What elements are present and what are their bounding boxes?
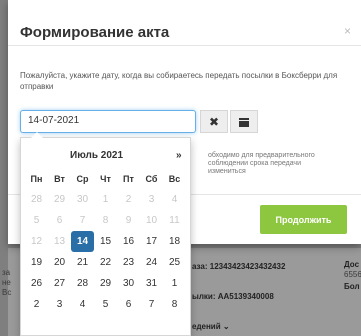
weekday-header: Вт <box>54 173 65 184</box>
calendar-day[interactable]: 15 <box>94 231 117 252</box>
calendar-day: 28 <box>30 194 43 205</box>
clear-date-button[interactable]: ✖ <box>200 110 228 133</box>
calendar-day[interactable]: 25 <box>163 252 186 273</box>
chevron-down-icon: ⌄ <box>222 322 230 331</box>
calendar-day: 9 <box>125 215 132 226</box>
datepicker-arrow <box>31 132 43 138</box>
bg-code-label: аза: 12343423423432432 <box>192 262 286 271</box>
modal-header: Формирование акта × <box>8 0 361 46</box>
bg-left-fragment-2: не <box>2 278 11 287</box>
calendar-day[interactable]: 17 <box>140 231 163 252</box>
datepicker-header: Июль 2021 » <box>21 150 192 164</box>
bg-dos-value: 6556 <box>344 270 361 279</box>
calendar-day[interactable]: 31 <box>140 273 163 294</box>
bg-more-link[interactable]: едений ⌄ <box>192 322 230 331</box>
bg-more-link-label: едений <box>192 322 221 331</box>
weekday-header: Пт <box>123 173 134 184</box>
datepicker-grid: Пн Вт Ср Чт Пт Сб Вс 28 29 30 1 2 3 4 5 6 7 8 9 10 11 12 13 14 1… <box>25 168 188 315</box>
calendar-day[interactable]: 30 <box>117 273 140 294</box>
calendar-day: 29 <box>53 194 66 205</box>
calendar-day[interactable]: 6 <box>117 294 140 315</box>
calendar-day: 4 <box>171 194 178 205</box>
bg-bol-label: Бол <box>344 282 360 291</box>
bg-left-fragment-1: за <box>2 268 11 277</box>
clear-icon: ✖ <box>208 114 220 129</box>
calendar-day: 1 <box>102 194 109 205</box>
calendar-day[interactable]: 5 <box>94 294 117 315</box>
weekday-header: Сб <box>145 173 158 184</box>
calendar-day[interactable]: 29 <box>94 273 117 294</box>
calendar-day: 6 <box>56 215 63 226</box>
modal-note: обходимо для предварительного соблюдении… <box>208 152 315 175</box>
weekday-header: Ср <box>76 173 89 184</box>
calendar-day[interactable]: 26 <box>25 273 48 294</box>
modal-description: Пожалуйста, укажите дату, когда вы собир… <box>20 71 338 91</box>
calendar-button[interactable] <box>230 110 258 133</box>
calendar-day: 8 <box>102 215 109 226</box>
continue-button[interactable]: Продолжить <box>260 205 347 234</box>
calendar-day[interactable]: 18 <box>163 231 186 252</box>
weekday-header: Пн <box>30 173 43 184</box>
calendar-day: 5 <box>33 215 40 226</box>
bg-dos-label: Дос <box>344 260 360 269</box>
calendar-icon <box>239 117 249 127</box>
close-icon[interactable]: × <box>344 24 351 38</box>
weekday-header: Чт <box>100 173 111 184</box>
calendar-day[interactable]: 19 <box>25 252 48 273</box>
calendar-day[interactable]: 4 <box>71 294 94 315</box>
bg-tracking-label: ылки: AA5139340008 <box>192 292 274 301</box>
calendar-day[interactable]: 16 <box>117 231 140 252</box>
datepicker: Июль 2021 » Пн Вт Ср Чт Пт Сб Вс 28 29 30 1 2 3 4 5 6 7 8… <box>20 132 192 336</box>
weekday-header: Вс <box>168 173 181 184</box>
calendar-day[interactable]: 2 <box>25 294 48 315</box>
calendar-day[interactable]: 27 <box>48 273 71 294</box>
calendar-day[interactable]: 23 <box>117 252 140 273</box>
calendar-day[interactable]: 7 <box>140 294 163 315</box>
calendar-day: 30 <box>76 194 89 205</box>
calendar-day[interactable]: 20 <box>48 252 71 273</box>
calendar-day: 11 <box>169 215 180 226</box>
calendar-day: 10 <box>145 215 158 226</box>
date-input[interactable]: 14-07-2021 <box>20 110 196 133</box>
modal-title: Формирование акта <box>20 24 170 41</box>
calendar-day[interactable]: 21 <box>71 252 94 273</box>
bg-left-fragment-3: Вс <box>2 288 12 297</box>
calendar-day[interactable]: 22 <box>94 252 117 273</box>
calendar-day[interactable]: 24 <box>140 252 163 273</box>
calendar-day[interactable]: 3 <box>48 294 71 315</box>
next-month-icon[interactable]: » <box>176 150 182 161</box>
datepicker-month-title[interactable]: Июль 2021 <box>70 150 123 161</box>
calendar-day: 12 <box>30 236 43 247</box>
calendar-day[interactable]: 1 <box>163 273 186 294</box>
calendar-day[interactable]: 28 <box>71 273 94 294</box>
calendar-day: 2 <box>125 194 132 205</box>
calendar-day: 13 <box>53 236 66 247</box>
calendar-day-selected[interactable]: 14 <box>71 231 94 252</box>
calendar-day[interactable]: 8 <box>163 294 186 315</box>
calendar-day: 3 <box>148 194 155 205</box>
calendar-day: 7 <box>79 215 86 226</box>
